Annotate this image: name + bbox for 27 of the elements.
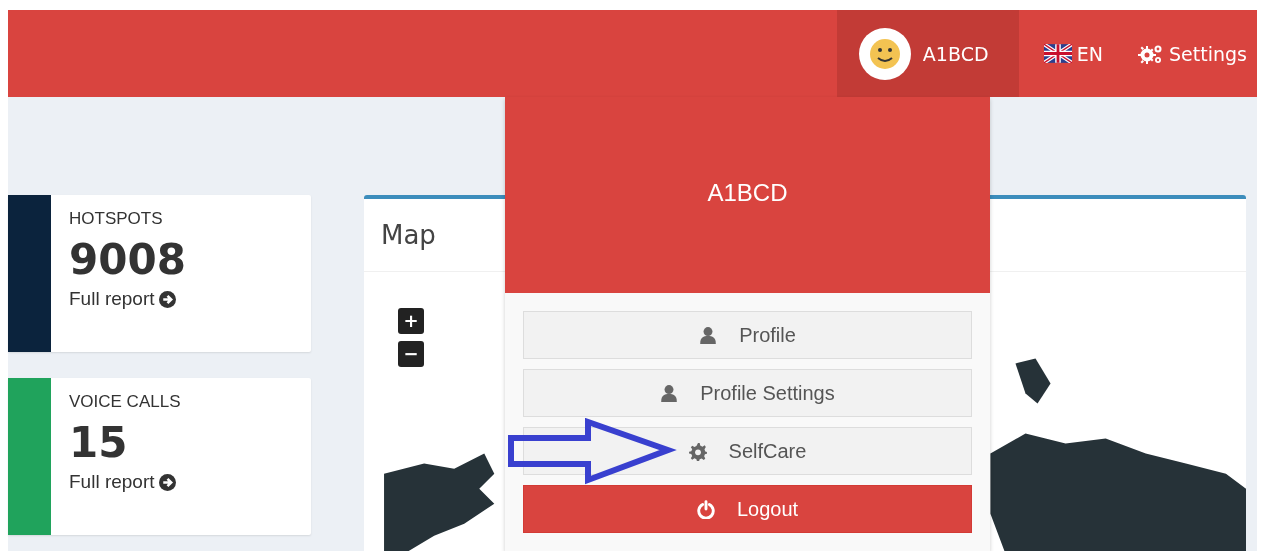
- stat-value: 15: [69, 418, 129, 467]
- user-icon: [699, 325, 718, 345]
- power-icon: [696, 499, 715, 519]
- flag-icon: [1043, 44, 1072, 63]
- stat-label: VOICE CALLS: [69, 392, 181, 412]
- user-name: A1BCD: [707, 179, 788, 208]
- menu-button[interactable]: Profile Settings: [523, 369, 972, 417]
- arrow-circle-icon: [158, 473, 176, 491]
- stat-value: 9008: [69, 235, 186, 284]
- smiley-avatar-icon: [858, 27, 911, 80]
- landmass: [1015, 358, 1051, 404]
- gear-icon: [688, 441, 707, 461]
- user-menu-toggle[interactable]: A1BCD: [836, 10, 1019, 97]
- report-link[interactable]: Full report: [69, 288, 186, 310]
- zoom-button[interactable]: +: [398, 308, 424, 334]
- settings-link[interactable]: Settings: [1113, 10, 1257, 97]
- report-link[interactable]: Full report: [69, 471, 181, 493]
- zoom-button[interactable]: −: [398, 341, 424, 367]
- user-icon: [660, 383, 679, 403]
- arrow-circle-icon: [158, 290, 176, 308]
- stat-label: HOTSPOTS: [69, 209, 164, 229]
- menu-button[interactable]: Logout: [523, 485, 972, 533]
- panel-title: Map: [381, 220, 436, 250]
- language-selector[interactable]: EN: [1018, 10, 1114, 97]
- menu-button[interactable]: SelfCare: [523, 427, 972, 475]
- menu-button[interactable]: Profile: [523, 311, 972, 359]
- user-name: A1BCD: [922, 42, 989, 65]
